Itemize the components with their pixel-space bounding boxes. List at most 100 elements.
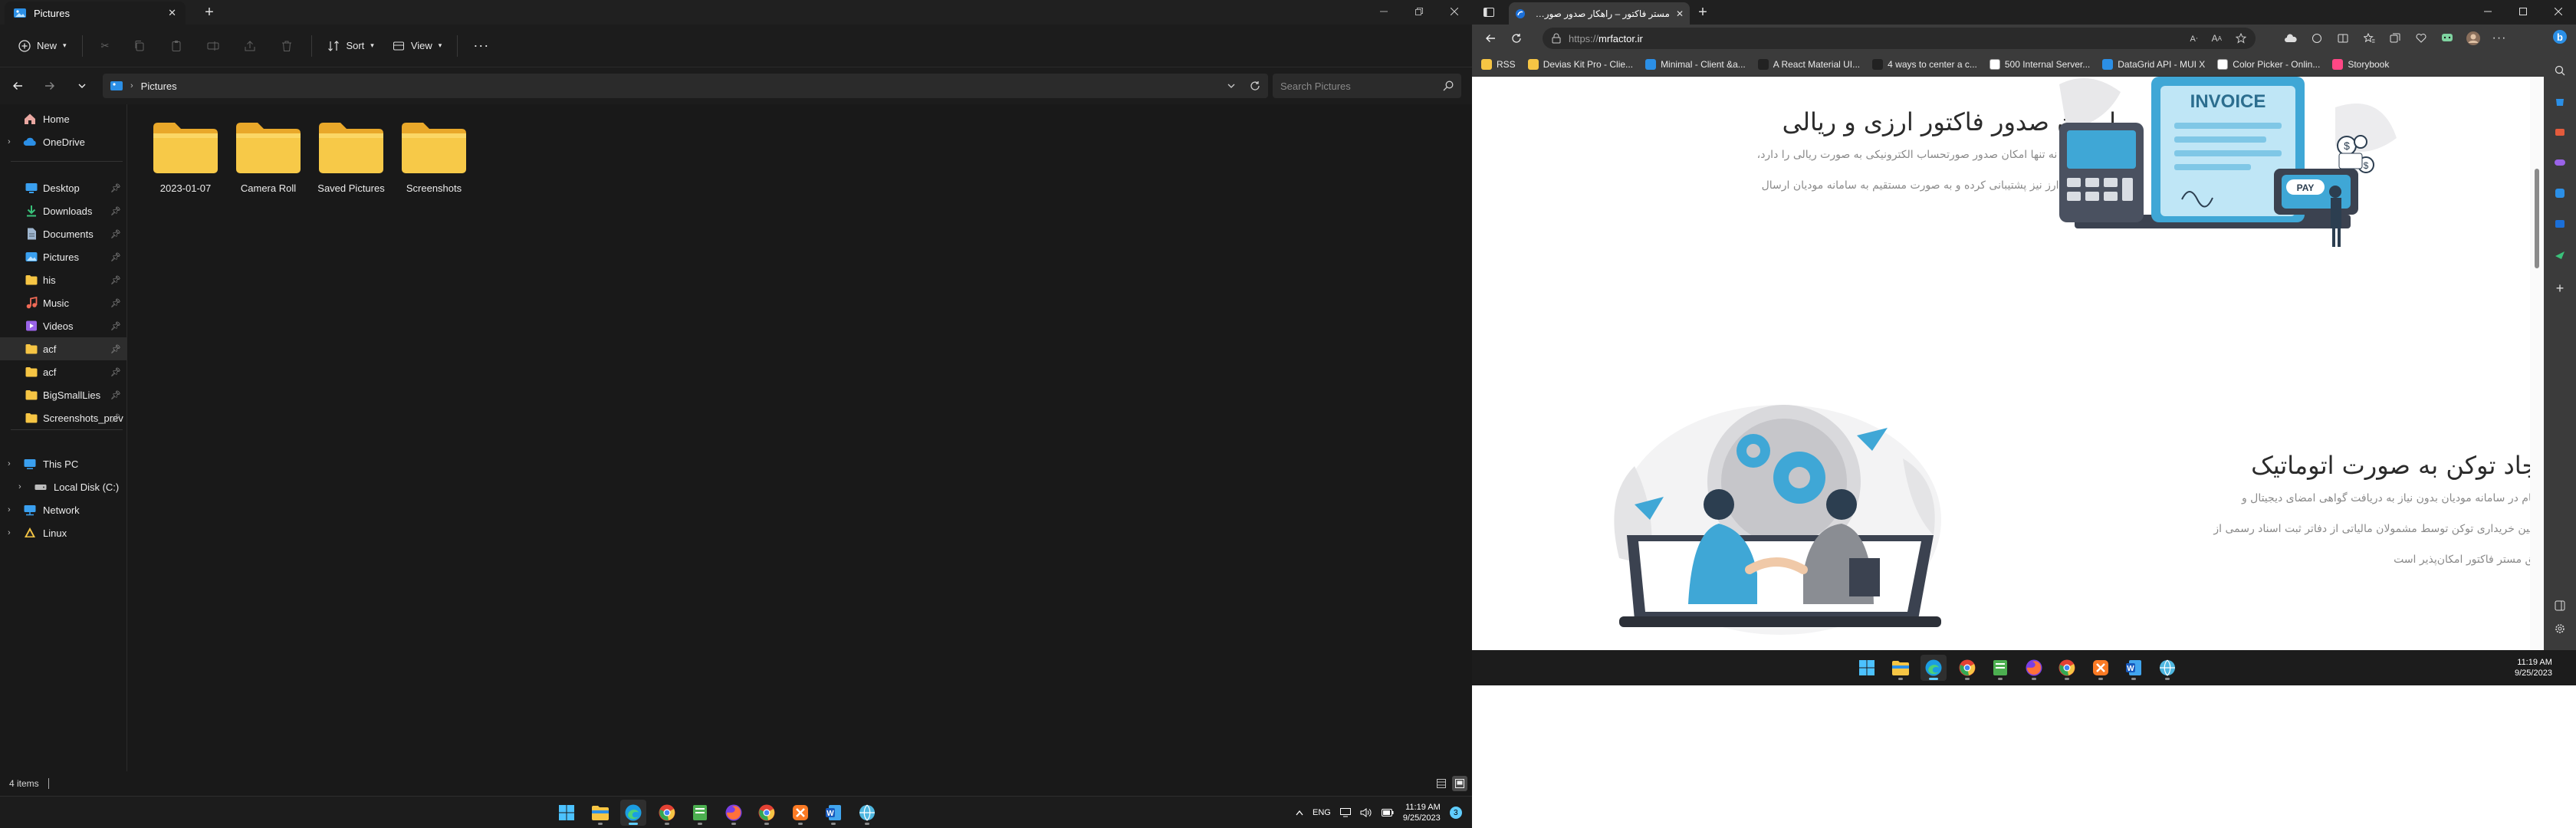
maximize-button[interactable] [1401,0,1437,23]
system-clock[interactable]: 11:19 AM 9/25/2023 [2515,657,2552,678]
pin-icon[interactable]: 📌︎ [110,252,121,262]
taskbar-app-chrome[interactable] [2054,655,2080,681]
battery-icon[interactable] [1381,809,1394,816]
sidebar-item-screenshots-prev[interactable]: Screenshots_prev 📌︎ [0,406,127,429]
sidebar-item-acf[interactable]: acf 📌︎ [0,360,127,383]
chevron-up-icon[interactable] [1296,810,1303,816]
expand-chevron-icon[interactable]: › [8,505,11,514]
sidebar-item-videos[interactable]: Videos 📌︎ [0,314,127,337]
sidebar-item-acf[interactable]: acf 📌︎ [0,337,127,360]
sidebar-item-local-disk-c[interactable]: › Local Disk (C:) [0,475,127,498]
copy-button[interactable] [123,32,156,60]
taskbar-app-notepad[interactable] [687,800,713,826]
taskbar-app-word[interactable]: W [2121,655,2147,681]
pin-icon[interactable]: 📌︎ [110,229,121,239]
sidebar-settings-icon[interactable] [2551,619,2569,638]
close-tab-icon[interactable]: ✕ [168,7,176,19]
add-sidebar-app-icon[interactable]: + [2551,279,2569,297]
games-icon[interactable] [2551,153,2569,172]
bookmark-item[interactable]: RSS [1481,58,1516,70]
minimize-button[interactable] [2470,0,2505,23]
text-size-icon[interactable]: AA [2212,33,2222,44]
taskbar-app-globe-app[interactable] [854,800,880,826]
pin-icon[interactable]: 📌︎ [110,275,121,285]
bookmark-item[interactable]: Devias Kit Pro - Clie... [1527,58,1633,70]
tools-icon[interactable] [2551,123,2569,141]
page-scrollbar[interactable] [2530,77,2544,650]
taskbar-app-start[interactable] [554,800,580,826]
taskbar-app-edge[interactable] [620,800,646,826]
office-icon[interactable] [2551,184,2569,202]
pin-icon[interactable]: 📌︎ [110,206,121,216]
taskbar-app-chrome[interactable] [1954,655,1980,681]
taskbar-app-firefox[interactable] [2021,655,2047,681]
volume-icon[interactable] [1360,808,1372,817]
taskbar-app-notepad[interactable] [1987,655,2013,681]
outlook-icon[interactable] [2551,215,2569,233]
sidebar-item-downloads[interactable]: Downloads 📌︎ [0,199,127,222]
back-button[interactable] [8,76,28,96]
drop-icon[interactable] [2551,245,2569,264]
breadcrumb[interactable]: Pictures [141,80,177,92]
pin-icon[interactable]: 📌︎ [110,183,121,193]
monitor-icon[interactable] [1339,808,1351,817]
search-input[interactable]: Search Pictures [1273,74,1461,98]
folder-item[interactable]: 2023-01-07 [144,120,227,205]
close-window-button[interactable] [2541,0,2576,23]
bing-chat-icon[interactable]: b [2551,28,2569,46]
taskbar-app-edge[interactable] [1921,655,1947,681]
details-view-button[interactable] [1434,776,1449,791]
pin-icon[interactable]: 📌︎ [110,298,121,308]
expand-chevron-icon[interactable]: › [8,137,11,146]
extension-icon[interactable] [2282,29,2300,48]
taskbar-app-chrome[interactable] [654,800,680,826]
taskbar-app-chrome[interactable] [754,800,780,826]
refresh-button[interactable] [1507,29,1526,48]
hide-sidebar-icon[interactable] [2551,596,2569,615]
more-options-button[interactable]: ··· [465,32,497,60]
language-indicator[interactable]: ENG [1313,808,1331,817]
folder-item[interactable]: Screenshots [393,120,475,205]
new-button[interactable]: New ▾ [11,32,74,60]
bookmark-item[interactable]: 4 ways to center a c... [1872,58,1977,70]
refresh-tools-icon[interactable] [2308,29,2326,48]
split-screen-icon[interactable] [2334,29,2352,48]
favorites-icon[interactable] [2360,29,2378,48]
bookmark-item[interactable]: DataGrid API - MUI X [2102,58,2205,70]
forward-button[interactable] [40,76,60,96]
rename-button[interactable] [196,32,230,60]
new-tab-button[interactable]: + [1694,5,1711,21]
taskbar-app-globe-app[interactable] [2154,655,2180,681]
explorer-tab[interactable]: Pictures ✕ [5,2,186,25]
scrollbar-thumb[interactable] [2535,169,2539,268]
bookmark-item[interactable]: A React Material UI... [1757,58,1860,70]
tab-actions-icon[interactable] [1483,6,1495,18]
pin-icon[interactable]: 📌︎ [110,344,121,354]
folder-item[interactable]: Saved Pictures [310,120,393,205]
browser-essentials-icon[interactable] [2412,29,2430,48]
sidebar-item-his[interactable]: his 📌︎ [0,268,127,291]
close-window-button[interactable] [1437,0,1472,23]
taskbar-app-xampp[interactable] [2088,655,2114,681]
view-button[interactable]: View ▾ [385,32,449,60]
expand-chevron-icon[interactable]: › [18,482,21,491]
edge-tab[interactable]: ✕ مستر فاکتور – راهکار صدور صورت... [1509,2,1690,25]
minimize-button[interactable] [1366,0,1401,23]
taskbar-app-file-explorer[interactable] [1888,655,1914,681]
back-button[interactable] [1481,29,1500,48]
sidebar-item-home[interactable]: Home [0,107,127,130]
sidebar-item-desktop[interactable]: Desktop 📌︎ [0,176,127,199]
maximize-button[interactable] [2505,0,2541,23]
taskbar-app-xampp[interactable] [787,800,813,826]
taskbar-app-start[interactable] [1854,655,1880,681]
system-clock[interactable]: 11:19 AM 9/25/2023 [1403,802,1441,823]
delete-button[interactable] [270,32,304,60]
copilot-icon[interactable] [2438,29,2456,48]
sidebar-item-pictures[interactable]: Pictures 📌︎ [0,245,127,268]
sidebar-item-onedrive[interactable]: › OneDrive [0,130,127,153]
expand-chevron-icon[interactable]: › [8,459,11,468]
large-icons-view-button[interactable] [1452,776,1467,791]
sidebar-item-documents[interactable]: Documents 📌︎ [0,222,127,245]
pin-icon[interactable]: 📌︎ [110,321,121,331]
taskbar-app-word[interactable]: W [820,800,846,826]
